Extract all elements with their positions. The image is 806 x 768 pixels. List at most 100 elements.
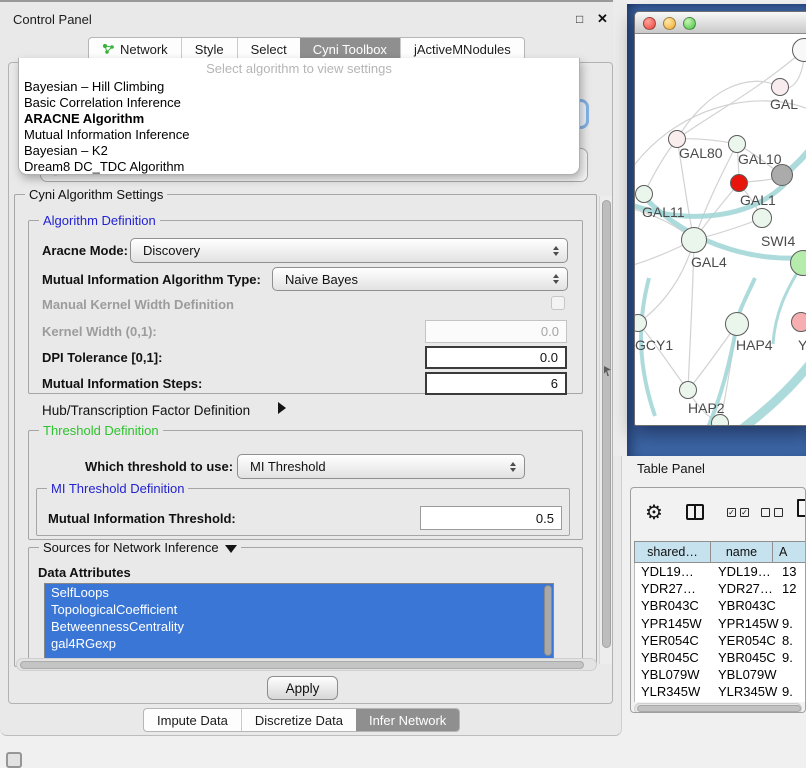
- close-icon[interactable]: ✕: [597, 11, 608, 27]
- attribute-item-betweennesscentrality[interactable]: BetweennessCentrality: [45, 618, 553, 635]
- stepper-arrows-icon: [510, 462, 516, 472]
- attribute-item-topologicalcoefficient[interactable]: TopologicalCoefficient: [45, 601, 553, 618]
- table-row[interactable]: YLR345WYLR345W9.: [635, 683, 806, 700]
- network-node-gal[interactable]: [771, 78, 789, 96]
- network-view-window[interactable]: GALGAL80GAL10GAL1GAL11SWI4GAL4GCY1HAP4YH…: [634, 11, 806, 426]
- network-node[interactable]: [711, 414, 729, 426]
- table-cell: YBR045C: [718, 650, 776, 665]
- network-node-gal4[interactable]: [681, 227, 707, 253]
- minimize-traffic-light[interactable]: [663, 17, 676, 30]
- network-node-gal11[interactable]: [635, 185, 653, 203]
- table-row[interactable]: YBL079WYBL079W: [635, 666, 806, 683]
- table-cell: 12: [782, 581, 796, 596]
- float-window-icon[interactable]: □: [576, 12, 583, 26]
- manual-kernel-checkbox[interactable]: [551, 296, 565, 310]
- attributes-list-scrollbar[interactable]: [544, 585, 552, 656]
- column-header-shared[interactable]: shared…: [634, 541, 711, 563]
- settings-vertical-scrollbar[interactable]: [599, 196, 612, 664]
- network-node-y[interactable]: [791, 312, 806, 332]
- algorithm-item-mutual-information-inference[interactable]: Mutual Information Inference: [19, 127, 579, 143]
- network-node[interactable]: [790, 250, 806, 276]
- table-row[interactable]: YBR043CYBR043C: [635, 597, 806, 614]
- gear-icon[interactable]: ⚙: [645, 500, 663, 525]
- tab-cyni-toolbox[interactable]: Cyni Toolbox: [300, 38, 400, 60]
- network-node-swi4[interactable]: [752, 208, 772, 228]
- table-row[interactable]: YIL053CYIL053C9: [635, 701, 806, 703]
- table-row[interactable]: YBR045CYBR045C9.: [635, 649, 806, 666]
- deselect-all-checks-icon[interactable]: [761, 508, 783, 517]
- table-panel: ⚙ ✓✓ shared…nameA YDL19…YDL19…13YDR27…YD…: [630, 487, 806, 713]
- tab-select[interactable]: Select: [237, 38, 300, 60]
- column-header-a[interactable]: A: [773, 541, 806, 563]
- algorithm-item-aracne-algorithm[interactable]: ARACNE Algorithm: [19, 111, 579, 127]
- tab-discretize-data[interactable]: Discretize Data: [241, 709, 356, 731]
- tab-network[interactable]: Network: [89, 38, 181, 60]
- hub-expand-arrow-icon[interactable]: [278, 402, 286, 414]
- settings-horizontal-scrollbar[interactable]: [16, 658, 597, 671]
- table-cell: YDL19…: [641, 564, 694, 579]
- data-attributes-list[interactable]: SelfLoopsTopologicalCoefficientBetweenne…: [44, 583, 554, 660]
- dpi-tolerance-field[interactable]: 0.0: [425, 346, 567, 369]
- dpi-tolerance-label: DPI Tolerance [0,1]:: [42, 350, 162, 365]
- mi-threshold-label: Mutual Information Threshold:: [48, 511, 236, 526]
- mi-type-label: Mutual Information Algorithm Type:: [42, 272, 261, 287]
- table-cell: YPR145W: [718, 616, 779, 631]
- cyni-settings-legend: Cyni Algorithm Settings: [25, 187, 167, 202]
- network-node-gcy1[interactable]: [634, 314, 647, 332]
- sources-legend[interactable]: Sources for Network Inference: [39, 540, 241, 555]
- algorithm-item-bayesian-hill-climbing[interactable]: Bayesian – Hill Climbing: [19, 79, 579, 95]
- tab-style[interactable]: Style: [181, 38, 237, 60]
- table-row[interactable]: YDR27…YDR27…12: [635, 580, 806, 597]
- kernel-width-field[interactable]: 0.0: [425, 320, 567, 343]
- node-label-swi4: SWI4: [761, 233, 795, 249]
- which-threshold-select[interactable]: MI Threshold: [237, 454, 525, 479]
- sources-collapse-arrow-icon[interactable]: [225, 545, 237, 553]
- table-cell: YDR27…: [641, 581, 696, 596]
- apply-button[interactable]: Apply: [267, 676, 338, 700]
- stepper-arrows-icon: [553, 246, 559, 256]
- control-panel-window: Control Panel □ ✕ NetworkStyleSelectCyni…: [0, 0, 622, 736]
- network-node-gal1[interactable]: [730, 174, 748, 192]
- network-node[interactable]: [792, 38, 806, 62]
- algorithm-item-bayesian-k2[interactable]: Bayesian – K2: [19, 143, 579, 159]
- table-horizontal-scrollbar[interactable]: [634, 703, 802, 713]
- node-label-gal11: GAL11: [642, 204, 685, 220]
- algorithm-item-basic-correlation-inference[interactable]: Basic Correlation Inference: [19, 95, 579, 111]
- table-row[interactable]: YDL19…YDL19…13: [635, 563, 806, 580]
- document-icon[interactable]: [797, 499, 806, 517]
- tab-jactivemnodules[interactable]: jActiveMNodules: [400, 38, 524, 60]
- node-label-hap4: HAP4: [736, 337, 773, 353]
- node-label-gal: GAL: [770, 96, 798, 112]
- tab-impute-data[interactable]: Impute Data: [144, 709, 241, 731]
- mi-steps-field[interactable]: 6: [425, 372, 567, 395]
- hub-definition-label[interactable]: Hub/Transcription Factor Definition: [42, 403, 250, 418]
- table-row[interactable]: YER054CYER054C8.: [635, 632, 806, 649]
- hide-panel-button[interactable]: [6, 752, 22, 768]
- network-node-hap4[interactable]: [725, 312, 749, 336]
- mi-threshold-field[interactable]: 0.5: [420, 506, 562, 530]
- algorithm-dropdown-popup: Select algorithm to view settings Bayesi…: [18, 58, 580, 175]
- table-cell: 13: [782, 564, 796, 579]
- aracne-mode-label: Aracne Mode:: [42, 243, 128, 258]
- mi-type-select[interactable]: Naive Bayes: [272, 267, 568, 291]
- table-cell: YBR043C: [718, 598, 776, 613]
- network-node-hap2[interactable]: [679, 381, 697, 399]
- columns-icon[interactable]: [686, 504, 704, 520]
- column-header-name[interactable]: name: [711, 541, 773, 563]
- zoom-traffic-light[interactable]: [683, 17, 696, 30]
- attribute-item-gal4rgexp[interactable]: gal4RGexp: [45, 635, 553, 652]
- table-cell: 9.: [782, 616, 793, 631]
- table-row[interactable]: YPR145WYPR145W9.: [635, 615, 806, 632]
- network-node[interactable]: [771, 164, 793, 186]
- table-cell: YER054C: [718, 633, 776, 648]
- algorithm-item-dream8-dc-tdc-algorithm[interactable]: Dream8 DC_TDC Algorithm: [19, 159, 579, 175]
- close-traffic-light[interactable]: [643, 17, 656, 30]
- attribute-item-selfloops[interactable]: SelfLoops: [45, 584, 553, 601]
- aracne-mode-select[interactable]: Discovery: [130, 238, 568, 263]
- table-cell: 9.: [782, 684, 793, 699]
- threshold-definition-legend: Threshold Definition: [39, 423, 163, 438]
- network-window-titlebar[interactable]: [635, 12, 806, 34]
- tab-infer-network[interactable]: Infer Network: [356, 709, 459, 731]
- select-all-checks-icon[interactable]: ✓✓: [727, 508, 749, 517]
- data-attributes-label: Data Attributes: [38, 565, 131, 580]
